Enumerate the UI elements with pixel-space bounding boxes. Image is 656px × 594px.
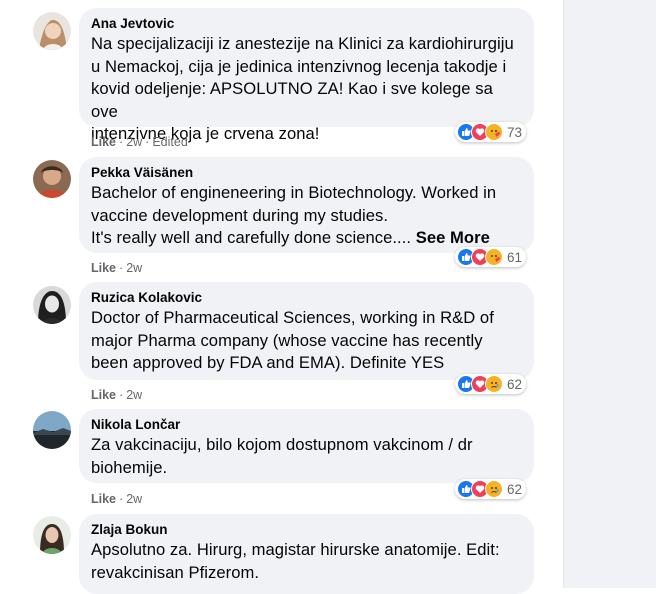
comment-actions: Like · 2w [91,260,142,276]
comment-text: Apsolutno za. Hirurg, magistar hirurske … [91,539,522,584]
comment-author[interactable]: Nikola Lončar [91,416,522,434]
comment-line: kovid odeljenje: APSOLUTNO ZA! Kao i sve… [91,79,493,121]
comment-author[interactable]: Ruzica Kolakovic [91,289,522,307]
comment-author[interactable]: Pekka Väisänen [91,164,522,182]
reaction-count: 61 [507,249,523,265]
comment-time[interactable]: 2w [126,261,142,275]
separator: · [145,135,150,149]
comment-time[interactable]: 2w [126,492,142,506]
comment-line: been approved by FDA and EMA). Definite … [91,353,445,373]
comment-author[interactable]: Zlaja Bokun [91,521,522,539]
comment-bubble: Ruzica Kolakovic Doctor of Pharmaceutica… [79,282,534,380]
comment-author[interactable]: Ana Jevtovic [91,15,522,33]
like-button[interactable]: Like [91,135,116,149]
avatar[interactable] [33,12,71,50]
separator: · [119,135,124,149]
reactions-summary[interactable]: 62 [455,374,527,394]
comment-bubble: Pekka Väisänen Bachelor of engineneering… [79,157,534,253]
reactions-summary[interactable]: 73 [455,122,527,142]
comment-text: Bachelor of engineneering in Biotechnolo… [91,182,522,250]
separator: · [119,492,124,506]
separator: · [119,261,124,275]
comment-actions: Like · 2w · Edited [91,134,188,150]
comment-time[interactable]: 2w [126,135,142,149]
comment-line: vaccine development during my studies. [91,205,389,225]
edited-label[interactable]: Edited [152,135,187,149]
comment-bubble: Zlaja Bokun Apsolutno za. Hirurg, magist… [79,514,534,594]
comment-line: Doctor of Pharmaceutical Sciences, worki… [91,308,494,327]
comment-line: major Pharma company (whose vaccine has … [91,330,483,350]
care-icon [485,248,503,266]
comment-actions: Like · 2w [91,387,142,403]
comment-text: Za vakcinaciju, bilo kojom dostupnom vak… [91,434,522,479]
comment-line-text: It's really well and carefully done scie… [91,228,412,248]
like-button[interactable]: Like [91,261,116,275]
avatar[interactable] [33,160,71,198]
avatar[interactable] [33,286,71,324]
reaction-count: 73 [507,124,523,140]
separator: · [119,388,124,402]
comment-time[interactable]: 2w [126,388,142,402]
comment-line: Za vakcinaciju, bilo kojom dostupnom vak… [91,435,473,454]
avatar[interactable] [33,516,71,554]
reactions-summary[interactable]: 61 [455,247,527,267]
avatar[interactable] [33,411,71,449]
comment-text: Doctor of Pharmaceutical Sciences, worki… [91,307,522,375]
like-button[interactable]: Like [91,388,116,402]
like-button[interactable]: Like [91,492,116,506]
sad-icon [485,375,503,393]
comment-line: It's really well and carefully done scie… [91,227,522,250]
reaction-count: 62 [507,376,523,392]
comment-line: Na specijalizaciji iz anestezije na Klin… [91,34,514,53]
comment-line: u Nemackoj, cija je jedinica intenzivnog… [91,56,507,76]
comment-line: Bachelor of engineneering in Biotechnolo… [91,183,497,202]
comment-bubble: Nikola Lončar Za vakcinaciju, bilo kojom… [79,409,534,483]
care-icon [485,123,503,141]
reaction-count: 62 [507,481,523,497]
comment-line: revakcinisan Pfizerom. [91,562,260,582]
reactions-summary[interactable]: 62 [455,479,527,499]
comment-line: biohemije. [91,457,168,477]
comment-line: Apsolutno za. Hirurg, magistar hirurske … [91,540,500,559]
comment-actions: Like · 2w [91,491,142,507]
sad-icon [485,480,503,498]
right-pane [564,0,656,588]
see-more-link[interactable]: See More [416,228,490,247]
comment-bubble: Ana Jevtovic Na specijalizaciji iz anest… [79,8,534,143]
